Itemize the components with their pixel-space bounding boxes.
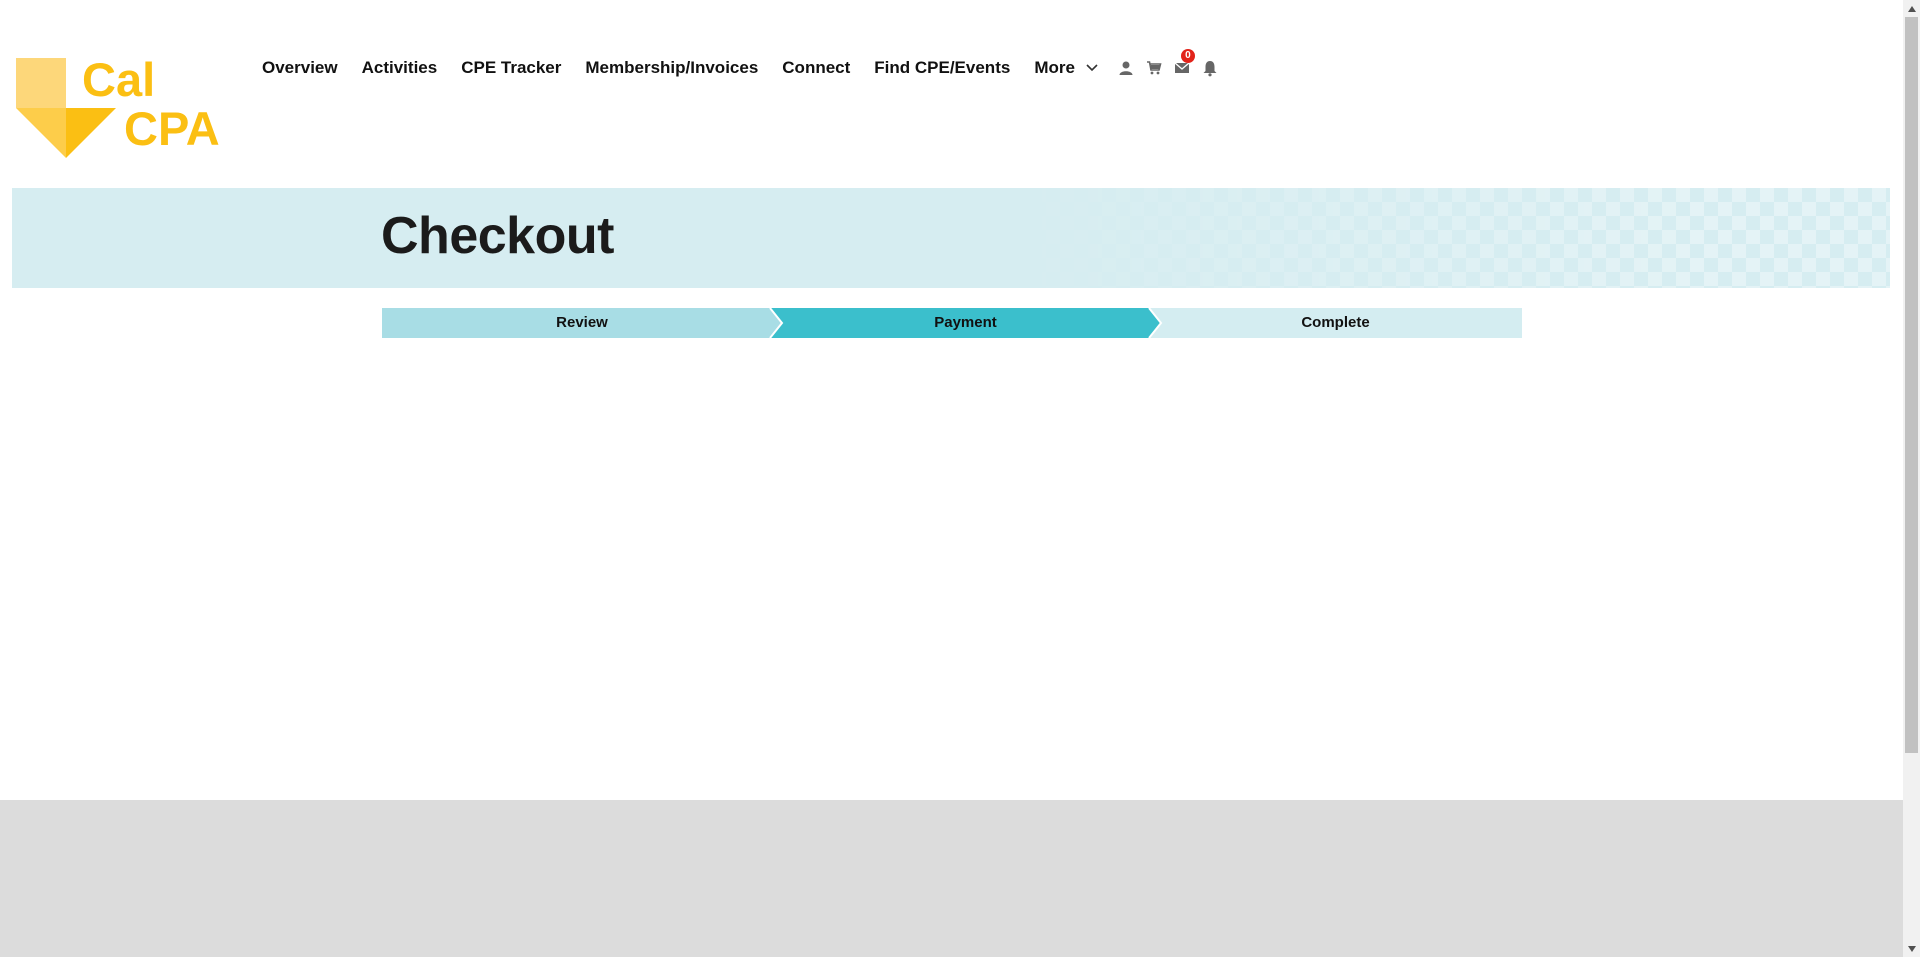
nav-cpe-tracker[interactable]: CPE Tracker (461, 58, 561, 78)
page: Cal CPA Overview Activities CPE Tracker … (0, 0, 1903, 957)
scroll-down-arrow-icon[interactable] (1903, 940, 1920, 957)
page-banner: Checkout (12, 188, 1890, 288)
calcpa-logo[interactable]: Cal CPA (14, 54, 226, 162)
nav-membership-invoices[interactable]: Membership/Invoices (585, 58, 758, 78)
logo-text-cpa: CPA (124, 102, 220, 155)
nav-find-cpe-events[interactable]: Find CPE/Events (874, 58, 1010, 78)
cart-icon[interactable] (1143, 57, 1165, 79)
checkout-steps: Review Payment Complete (382, 308, 1522, 338)
step-complete: Complete (1301, 314, 1370, 331)
logo-text-cal: Cal (82, 53, 156, 106)
chevron-down-icon (1086, 64, 1098, 72)
page-title: Checkout (381, 207, 614, 265)
mail-badge: 0 (1180, 49, 1195, 63)
main-nav: Overview Activities CPE Tracker Membersh… (262, 49, 1221, 80)
nav-more-dropdown[interactable]: More (1034, 58, 1099, 78)
vertical-scrollbar[interactable] (1903, 0, 1920, 957)
scrollbar-thumb[interactable] (1905, 17, 1918, 753)
scroll-up-arrow-icon[interactable] (1903, 0, 1920, 17)
nav-overview[interactable]: Overview (262, 58, 338, 78)
mail-icon[interactable]: 0 (1171, 49, 1195, 79)
user-icon[interactable] (1115, 57, 1137, 79)
nav-more-label: More (1034, 58, 1075, 77)
nav-activities[interactable]: Activities (362, 58, 438, 78)
bell-icon[interactable] (1199, 57, 1221, 79)
step-review: Review (556, 314, 608, 331)
banner-pattern (990, 188, 1890, 288)
page-footer (0, 800, 1903, 957)
nav-connect[interactable]: Connect (782, 58, 850, 78)
step-payment: Payment (934, 314, 997, 331)
